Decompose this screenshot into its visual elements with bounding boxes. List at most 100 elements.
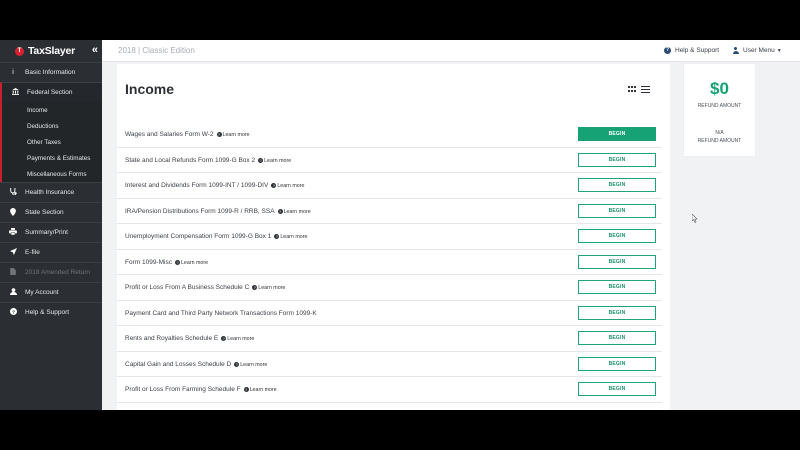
grid-view-icon[interactable] bbox=[628, 86, 636, 93]
income-item-title: State and Local Refunds Form 1099-G Box … bbox=[125, 156, 256, 164]
table-row: IRA/Pension Distributions Form 1099-R / … bbox=[117, 199, 662, 224]
income-item-label: Unemployment Compensation Form 1099-G Bo… bbox=[125, 233, 307, 240]
income-item-label: Form 1099-Misc? Learn more bbox=[125, 259, 208, 266]
user-menu-label: User Menu bbox=[743, 47, 775, 54]
question-circle-icon: ? bbox=[174, 259, 180, 265]
help-support-label: Help & Support bbox=[675, 47, 720, 54]
income-item-title: Wages and Salaries Form W-2 bbox=[125, 131, 214, 138]
sidebar-item-label: Federal Section bbox=[27, 89, 73, 96]
income-item-label: State and Local Refunds Form 1099-G Box … bbox=[125, 157, 291, 164]
learn-more-label: Learn more bbox=[249, 387, 277, 393]
learn-more-link[interactable]: ? Learn more bbox=[277, 208, 311, 215]
question-circle-icon: ? bbox=[221, 336, 227, 341]
learn-more-link[interactable]: ? Learn more bbox=[271, 183, 304, 189]
learn-more-label: Learn more bbox=[277, 183, 305, 189]
sidebar-item-help-support[interactable]: ? Help & Support bbox=[0, 302, 102, 322]
learn-more-link[interactable]: ? Learn more bbox=[221, 336, 254, 342]
sidebar: T TaxSlayer « i Basic Information Federa… bbox=[0, 40, 102, 410]
sidebar-item-label: Summary/Print bbox=[25, 229, 68, 236]
begin-button[interactable]: BEGIN bbox=[578, 382, 656, 396]
income-item-title: Payment Card and Third Party Network Tra… bbox=[125, 309, 317, 317]
begin-button[interactable]: BEGIN bbox=[578, 203, 656, 218]
table-row: Unemployment Compensation Form 1099-G Bo… bbox=[117, 224, 662, 250]
state-refund-label: REFUND AMOUNT bbox=[697, 138, 742, 144]
bank-icon bbox=[11, 88, 19, 97]
income-item-label: Rents and Royalties Schedule E? Learn mor… bbox=[125, 335, 254, 342]
question-circle-icon: ? bbox=[277, 208, 283, 214]
subnav-item-other-taxes[interactable]: Other Taxes bbox=[2, 134, 102, 150]
learn-more-link[interactable]: ? Learn more bbox=[274, 234, 307, 240]
sidebar-item-basic-information[interactable]: i Basic Information bbox=[0, 62, 102, 82]
user-menu-dropdown[interactable]: User Menu ▼ bbox=[732, 47, 782, 54]
document-icon bbox=[9, 268, 17, 277]
begin-button[interactable]: BEGIN bbox=[578, 254, 656, 269]
collapse-sidebar-icon[interactable]: « bbox=[92, 44, 98, 56]
subnav-item-payments-estimates[interactable]: Payments & Estimates bbox=[2, 150, 102, 166]
svg-text:?: ? bbox=[12, 309, 15, 315]
refund-summary-card: $0 REFUND AMOUNT N/A REFUND AMOUNT bbox=[684, 64, 755, 156]
caret-down-icon: ▼ bbox=[776, 47, 782, 54]
begin-button[interactable]: BEGIN bbox=[578, 331, 656, 345]
learn-more-label: Learn more bbox=[222, 132, 250, 138]
sidebar-item-label: Help & Support bbox=[25, 309, 70, 316]
printer-icon bbox=[9, 228, 17, 237]
learn-more-link[interactable]: ? Learn more bbox=[252, 285, 285, 291]
state-refund-value: N/A bbox=[715, 130, 724, 136]
question-circle-icon: ? bbox=[216, 132, 222, 137]
question-circle-icon: ? bbox=[664, 47, 671, 54]
page-title: Income bbox=[125, 81, 175, 97]
income-item-title: Profit or Loss From A Business Schedule … bbox=[125, 284, 250, 291]
question-circle-icon: ? bbox=[243, 387, 249, 392]
sidebar-item-state-section[interactable]: State Section bbox=[0, 202, 102, 222]
sidebar-item-amended-return: 2018 Amended Return bbox=[0, 262, 102, 282]
learn-more-label: Learn more bbox=[280, 234, 308, 240]
income-list: Wages and Salaries Form W-2? Learn more BE… bbox=[117, 122, 662, 403]
income-item-title: Interest and Dividends Form 1099-INT / 1… bbox=[125, 182, 269, 189]
stethoscope-icon bbox=[9, 188, 17, 197]
income-item-label: Profit or Loss From Farming Schedule F? L… bbox=[125, 386, 277, 393]
table-row: Form 1099-Misc? Learn more BEGIN bbox=[117, 250, 662, 275]
subnav-item-miscellaneous-forms[interactable]: Miscellaneous Forms bbox=[2, 166, 102, 182]
learn-more-link[interactable]: ? Learn more bbox=[216, 132, 250, 138]
learn-more-link[interactable]: ? Learn more bbox=[174, 259, 208, 266]
sidebar-item-label: Basic Information bbox=[25, 69, 76, 76]
view-toggle bbox=[628, 86, 650, 93]
sidebar-item-label: State Section bbox=[25, 209, 64, 216]
begin-button[interactable]: BEGIN bbox=[578, 178, 656, 192]
list-view-icon[interactable] bbox=[641, 86, 650, 93]
learn-more-link[interactable]: ? Learn more bbox=[258, 157, 292, 164]
table-row: Interest and Dividends Form 1099-INT / 1… bbox=[117, 173, 662, 199]
app-window: T TaxSlayer « i Basic Information Federa… bbox=[0, 40, 800, 410]
table-row: Capital Gain and Losses Schedule D? Learn… bbox=[117, 352, 662, 377]
sidebar-item-summary-print[interactable]: Summary/Print bbox=[0, 222, 102, 242]
sidebar-item-e-file[interactable]: E-file bbox=[0, 242, 102, 262]
subnav-item-income[interactable]: Income bbox=[2, 102, 102, 118]
question-circle-icon: ? bbox=[271, 183, 277, 188]
learn-more-link[interactable]: ? Learn more bbox=[243, 387, 277, 393]
begin-button[interactable]: BEGIN bbox=[578, 127, 656, 141]
question-circle-icon: ? bbox=[274, 234, 280, 239]
question-circle-icon: ? bbox=[252, 285, 258, 290]
learn-more-label: Learn more bbox=[264, 157, 292, 164]
learn-more-link[interactable]: ? Learn more bbox=[234, 361, 267, 368]
begin-button[interactable]: BEGIN bbox=[578, 229, 656, 243]
begin-button[interactable]: BEGIN bbox=[578, 356, 656, 371]
sidebar-item-federal-section[interactable]: Federal Section bbox=[0, 82, 102, 102]
begin-button[interactable]: BEGIN bbox=[578, 152, 656, 167]
begin-button[interactable]: BEGIN bbox=[578, 280, 656, 294]
help-support-link[interactable]: ? Help & Support bbox=[664, 47, 719, 54]
sidebar-item-label: My Account bbox=[25, 289, 59, 296]
income-item-label: Interest and Dividends Form 1099-INT / 1… bbox=[125, 182, 304, 189]
income-item-label: IRA/Pension Distributions Form 1099-R / … bbox=[125, 208, 311, 215]
begin-button[interactable]: BEGIN bbox=[578, 305, 656, 320]
income-item-title: Capital Gain and Losses Schedule D bbox=[125, 360, 232, 368]
question-icon: ? bbox=[9, 308, 17, 317]
subnav-item-deductions[interactable]: Deductions bbox=[2, 118, 102, 134]
sidebar-item-health-insurance[interactable]: Health Insurance bbox=[0, 182, 102, 202]
table-row: Profit or Loss From A Business Schedule … bbox=[117, 275, 662, 301]
sidebar-item-my-account[interactable]: My Account bbox=[0, 282, 102, 302]
income-item-label: Profit or Loss From A Business Schedule … bbox=[125, 284, 285, 291]
edition-label: 2018 | Classic Edition bbox=[118, 46, 195, 55]
income-item-label: Wages and Salaries Form W-2? Learn more bbox=[125, 131, 250, 138]
brand-logo[interactable]: T TaxSlayer « bbox=[0, 40, 102, 62]
